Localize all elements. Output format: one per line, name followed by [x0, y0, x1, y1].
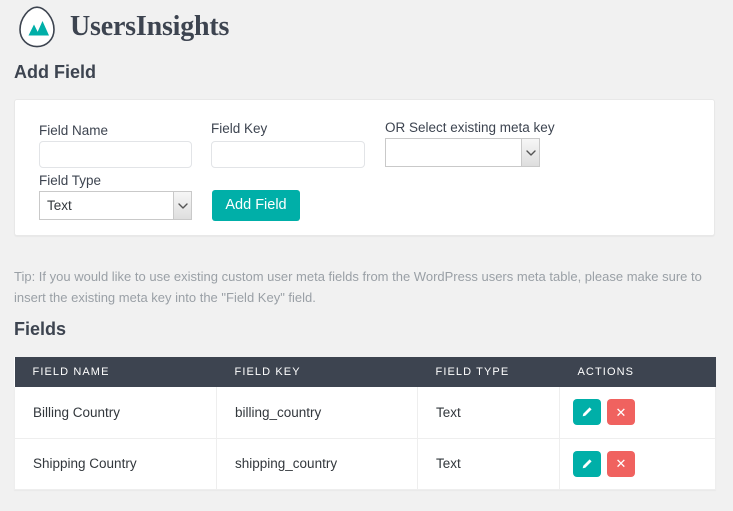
- brand-name: UsersInsights: [70, 11, 230, 42]
- cell-actions: ✕: [559, 387, 716, 439]
- field-key-label: Field Key: [211, 121, 268, 136]
- field-type-label: Field Type: [39, 173, 102, 188]
- fields-table-body: Billing Country billing_country Text ✕ S…: [14, 387, 716, 490]
- tip-text: Tip: If you would like to use existing c…: [14, 269, 702, 306]
- column-header-field-name: FIELD NAME: [14, 357, 217, 387]
- table-header-row: FIELD NAME FIELD KEY FIELD TYPE ACTIONS: [14, 357, 716, 387]
- meta-key-label: OR Select existing meta key: [385, 120, 555, 135]
- delete-field-button[interactable]: ✕: [607, 399, 635, 426]
- fields-title: Fields: [14, 319, 67, 339]
- cell-field-type: Text: [417, 438, 560, 490]
- chevron-down-icon: [173, 192, 191, 219]
- fields-table-wrapper: FIELD NAME FIELD KEY FIELD TYPE ACTIONS …: [14, 357, 716, 490]
- table-row: Shipping Country shipping_country Text ✕: [14, 438, 716, 490]
- cell-field-type: Text: [417, 387, 560, 439]
- edit-field-button[interactable]: [573, 399, 601, 426]
- existing-meta-key-select[interactable]: [385, 138, 540, 167]
- cell-field-name: Shipping Country: [14, 438, 217, 490]
- close-x-icon: ✕: [615, 456, 627, 471]
- field-type-select[interactable]: Text: [39, 191, 192, 220]
- edit-field-button[interactable]: [573, 450, 601, 477]
- cell-field-name: Billing Country: [14, 387, 217, 439]
- column-header-field-type: FIELD TYPE: [417, 357, 560, 387]
- field-type-value: Text: [47, 198, 72, 213]
- add-field-button[interactable]: Add Field: [212, 190, 300, 221]
- column-header-field-key: FIELD KEY: [216, 357, 418, 387]
- table-row: Billing Country billing_country Text ✕: [14, 387, 716, 439]
- close-x-icon: ✕: [615, 404, 627, 420]
- fields-table-head: FIELD NAME FIELD KEY FIELD TYPE ACTIONS: [14, 357, 716, 387]
- row-action-group: ✕: [573, 450, 715, 477]
- field-key-input[interactable]: [211, 141, 365, 168]
- mountain-logo-icon: [14, 4, 60, 50]
- fields-table: FIELD NAME FIELD KEY FIELD TYPE ACTIONS …: [14, 357, 716, 490]
- delete-field-button[interactable]: ✕: [607, 450, 635, 477]
- page-root: UsersInsights Add Field Field Name Field…: [0, 0, 733, 511]
- add-field-title: Add Field: [14, 62, 96, 82]
- field-name-label: Field Name: [39, 123, 109, 138]
- pencil-icon: [581, 406, 593, 418]
- cell-field-key: billing_country: [216, 387, 418, 439]
- column-header-actions: ACTIONS: [559, 357, 716, 387]
- row-action-group: ✕: [573, 399, 715, 426]
- brand-header: UsersInsights: [14, 4, 229, 50]
- add-field-card: Field Name Field Key OR Select existing …: [14, 99, 715, 236]
- cell-field-key: shipping_country: [216, 438, 418, 490]
- chevron-down-icon: [521, 139, 539, 166]
- cell-actions: ✕: [559, 438, 716, 490]
- field-name-input[interactable]: [39, 141, 192, 168]
- pencil-icon: [581, 458, 593, 470]
